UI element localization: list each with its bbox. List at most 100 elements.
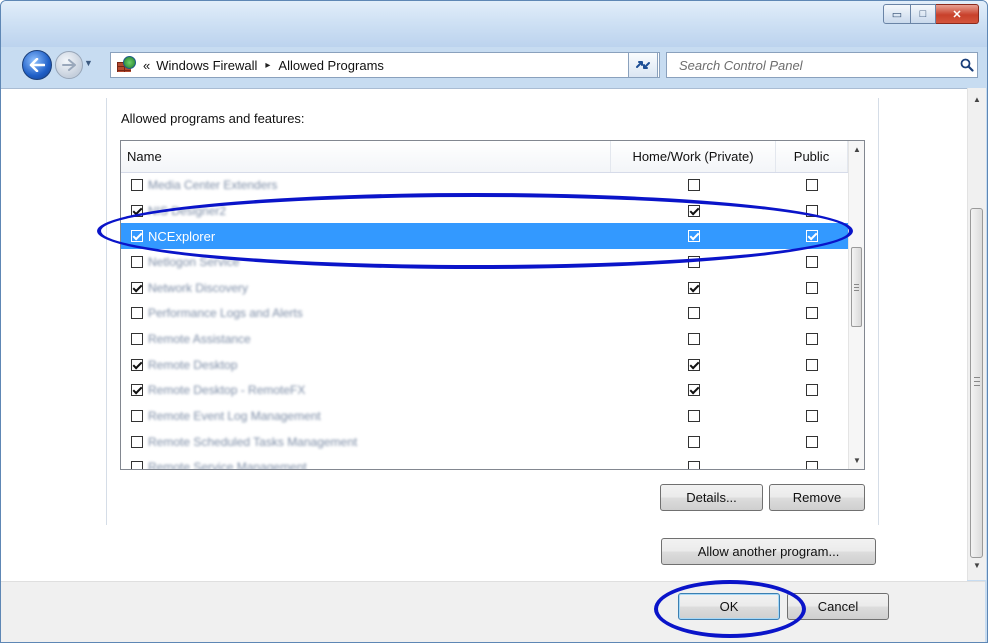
close-button[interactable]: ✕ — [936, 4, 979, 24]
page-scrollbar-thumb[interactable] — [970, 208, 983, 558]
list-scroll-up-icon[interactable]: ▲ — [849, 145, 864, 154]
home-work-checkbox[interactable] — [687, 358, 700, 371]
public-checkbox[interactable] — [806, 307, 818, 320]
home-work-checkbox[interactable] — [687, 410, 700, 423]
program-enabled-checkbox[interactable] — [131, 410, 143, 423]
table-row[interactable]: Remote Service Management — [121, 455, 848, 469]
list-scroll-down-icon[interactable]: ▼ — [849, 456, 864, 465]
public-checkbox[interactable] — [806, 332, 818, 345]
home-work-checkbox[interactable] — [687, 435, 700, 448]
remove-button[interactable]: Remove — [769, 484, 865, 511]
table-row[interactable]: Netlogon Service — [121, 249, 848, 275]
program-name: Netlogon Service — [148, 254, 240, 269]
table-row[interactable]: Remote Scheduled Tasks Management — [121, 429, 848, 455]
public-cell — [776, 435, 848, 448]
scroll-up-icon[interactable]: ▲ — [968, 90, 986, 108]
home-work-checkbox[interactable] — [687, 384, 700, 397]
back-button[interactable] — [22, 50, 52, 80]
column-header-public[interactable]: Public — [776, 141, 848, 172]
public-checkbox[interactable] — [806, 410, 818, 423]
refresh-button[interactable] — [628, 52, 658, 78]
table-row[interactable]: Remote Event Log Management — [121, 403, 848, 429]
program-enabled-checkbox[interactable] — [131, 435, 143, 448]
public-checkbox[interactable] — [806, 204, 818, 217]
home-work-checkbox[interactable] — [687, 178, 700, 191]
breadcrumb-overflow[interactable]: « — [143, 58, 150, 73]
refresh-icon — [636, 61, 650, 69]
program-name: Media Center Extenders — [148, 177, 278, 192]
table-row[interactable]: Media Center Extenders — [121, 172, 848, 198]
table-row[interactable]: Remote Desktop - RemoteFX — [121, 378, 848, 404]
home-work-cell — [611, 255, 776, 268]
program-enabled-checkbox[interactable] — [131, 281, 143, 294]
program-name: NCExplorer — [148, 228, 216, 244]
breadcrumb-chevron-icon[interactable]: ▸ — [265, 60, 270, 71]
programs-list[interactable]: Name Home/Work (Private) Public Media Ce… — [120, 140, 865, 470]
maximize-button[interactable]: □ — [911, 4, 936, 24]
public-checkbox[interactable] — [806, 178, 818, 191]
page-scrollbar[interactable]: ▲ ▼ — [967, 88, 986, 580]
cancel-button[interactable]: Cancel — [787, 593, 889, 620]
home-work-cell — [611, 204, 776, 217]
home-work-checkbox[interactable] — [687, 230, 700, 243]
forward-button[interactable] — [55, 51, 83, 79]
home-work-cell — [611, 307, 776, 320]
table-row[interactable]: Remote Assistance — [121, 326, 848, 352]
address-bar[interactable]: « Windows Firewall ▸ Allowed Programs ▼ — [110, 52, 660, 78]
table-row[interactable]: Performance Logs and Alerts — [121, 300, 848, 326]
program-enabled-checkbox[interactable] — [131, 384, 143, 397]
column-header-home-work[interactable]: Home/Work (Private) — [611, 141, 776, 172]
ok-button[interactable]: OK — [678, 593, 780, 620]
search-input[interactable] — [677, 56, 957, 74]
list-scrollbar[interactable]: ▲ ▼ — [848, 141, 864, 469]
table-row[interactable]: NIS Designer2 — [121, 198, 848, 224]
program-enabled-checkbox[interactable] — [131, 204, 143, 217]
public-checkbox[interactable] — [806, 435, 818, 448]
program-name-cell: Media Center Extenders — [121, 178, 611, 192]
public-checkbox[interactable] — [806, 230, 818, 243]
table-row[interactable]: Remote Desktop — [121, 352, 848, 378]
home-work-cell — [611, 384, 776, 397]
search-icon[interactable] — [957, 58, 977, 72]
program-enabled-checkbox[interactable] — [131, 461, 143, 469]
column-header-name[interactable]: Name — [121, 141, 611, 172]
program-name: Performance Logs and Alerts — [148, 306, 303, 321]
program-enabled-checkbox[interactable] — [131, 307, 143, 320]
recent-pages-button[interactable]: ▼ — [84, 58, 93, 68]
home-work-cell — [611, 358, 776, 371]
program-enabled-checkbox[interactable] — [131, 178, 143, 191]
home-work-checkbox[interactable] — [687, 281, 700, 294]
public-checkbox[interactable] — [806, 358, 818, 371]
home-work-checkbox[interactable] — [687, 255, 700, 268]
minimize-button[interactable]: ▭ — [883, 4, 911, 24]
section-label: Allowed programs and features: — [121, 111, 305, 126]
scroll-down-icon[interactable]: ▼ — [968, 556, 986, 574]
home-work-checkbox[interactable] — [687, 307, 700, 320]
program-enabled-checkbox[interactable] — [131, 230, 143, 243]
maximize-icon: □ — [919, 8, 927, 20]
home-work-checkbox[interactable] — [687, 332, 700, 345]
program-enabled-checkbox[interactable] — [131, 358, 143, 371]
program-enabled-checkbox[interactable] — [131, 332, 143, 345]
program-name-cell: Remote Desktop - RemoteFX — [121, 383, 611, 397]
allow-another-program-button[interactable]: Allow another program... — [661, 538, 876, 565]
list-rows: Media Center Extenders NIS Designer2 NCExp… — [121, 172, 848, 469]
details-button[interactable]: Details... — [660, 484, 763, 511]
table-row[interactable]: Network Discovery — [121, 275, 848, 301]
breadcrumb-windows-firewall[interactable]: Windows Firewall — [156, 58, 257, 73]
program-name: Remote Scheduled Tasks Management — [148, 434, 358, 449]
public-checkbox[interactable] — [806, 384, 818, 397]
program-name-cell: Network Discovery — [121, 281, 611, 295]
home-work-checkbox[interactable] — [687, 204, 700, 217]
public-checkbox[interactable] — [806, 281, 818, 294]
forward-arrow-icon — [62, 59, 76, 71]
search-box[interactable] — [666, 52, 978, 78]
public-checkbox[interactable] — [806, 255, 818, 268]
list-scrollbar-thumb[interactable] — [851, 247, 862, 327]
table-row[interactable]: NCExplorer — [121, 223, 848, 250]
home-work-checkbox[interactable] — [687, 461, 700, 469]
breadcrumb-allowed-programs[interactable]: Allowed Programs — [278, 58, 384, 73]
public-checkbox[interactable] — [806, 461, 818, 469]
program-enabled-checkbox[interactable] — [131, 255, 143, 268]
program-name: Remote Assistance — [148, 331, 251, 346]
